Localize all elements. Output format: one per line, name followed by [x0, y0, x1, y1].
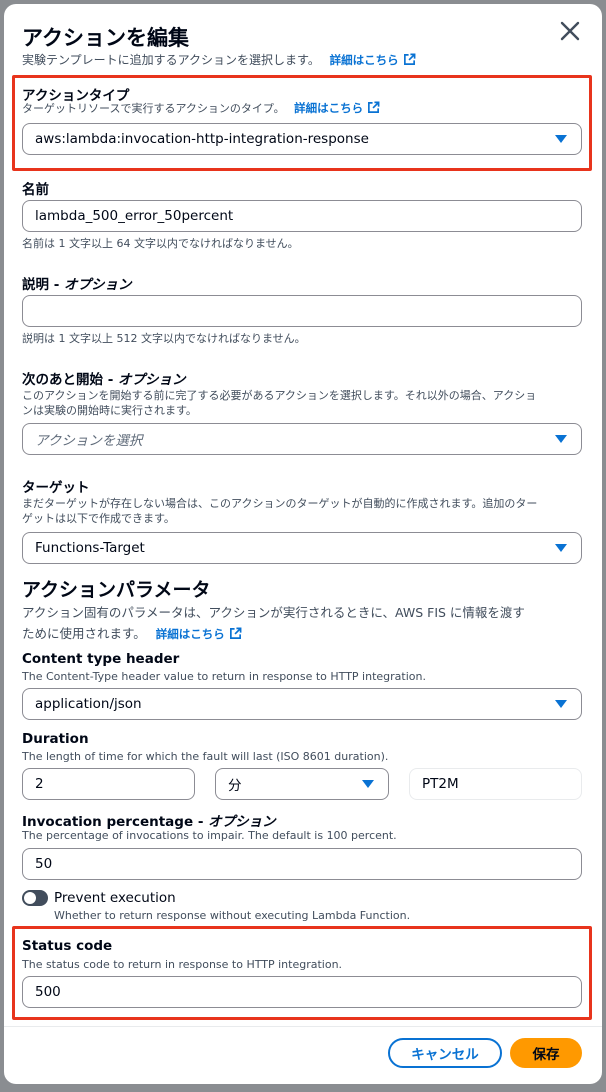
start-after-label: 次のあと開始 - オプション — [22, 372, 186, 388]
external-link-icon — [368, 101, 380, 113]
content-type-value: application/json — [35, 696, 142, 712]
start-after-label-text: 次のあと開始 — [22, 372, 103, 388]
name-constraint: 名前は 1 文字以上 64 文字以内でなければなりません。 — [22, 237, 299, 250]
target-value: Functions-Target — [35, 540, 145, 556]
prevent-execution-toggle[interactable] — [22, 890, 48, 906]
description-label: 説明 - オプション — [22, 277, 132, 293]
external-link-icon — [229, 627, 242, 639]
modal-description-text: 実験テンプレートに追加するアクションを選択します。 — [22, 53, 320, 67]
action-params-heading: アクションパラメータ — [22, 579, 211, 601]
action-type-learn-more-text: 詳細はこちら — [294, 101, 364, 115]
start-after-select[interactable]: アクションを選択 — [22, 423, 582, 455]
edit-action-modal: アクションを編集 実験テンプレートに追加するアクションを選択します。 詳細はこち… — [4, 4, 602, 1084]
description-constraint: 説明は 1 文字以上 512 文字以内でなければなりません。 — [22, 332, 306, 345]
modal-learn-more-link[interactable]: 詳細はこちら — [330, 53, 416, 67]
status-code-value: 500 — [35, 984, 61, 1000]
action-type-select[interactable]: aws:lambda:invocation-http-integration-r… — [22, 123, 582, 155]
description-label-text: 説明 — [22, 277, 49, 293]
action-type-description-text: ターゲットリソースで実行するアクションのタイプ。 — [22, 102, 285, 115]
duration-unit-select[interactable]: 分 — [215, 768, 389, 800]
duration-amount-input[interactable]: 2 — [22, 768, 195, 800]
action-params-learn-more-link[interactable]: 詳細はこちら — [156, 627, 242, 641]
status-code-description: The status code to return in response to… — [22, 958, 343, 971]
external-link-icon — [403, 53, 416, 65]
modal-title: アクションを編集 — [22, 26, 189, 50]
action-params-description-2: ために使用されます。 詳細はこちら — [22, 623, 242, 642]
modal-description: 実験テンプレートに追加するアクションを選択します。 詳細はこちら — [22, 51, 416, 68]
target-description-2: ゲットは以下で作成できます。 — [22, 512, 175, 525]
start-after-optional: オプション — [118, 372, 186, 388]
duration-unit-value: 分 — [228, 778, 242, 794]
duration-iso-value: PT2M — [422, 776, 459, 792]
action-type-description: ターゲットリソースで実行するアクションのタイプ。 詳細はこちら — [22, 101, 380, 116]
invocation-percentage-value: 50 — [35, 856, 53, 872]
target-label: ターゲット — [22, 480, 90, 496]
caret-down-icon — [362, 780, 374, 788]
caret-down-icon — [555, 135, 567, 143]
duration-description: The length of time for which the fault w… — [22, 750, 389, 763]
name-value: lambda_500_error_50percent — [35, 208, 234, 224]
invocation-percentage-input[interactable]: 50 — [22, 848, 582, 880]
status-code-input[interactable]: 500 — [22, 976, 582, 1008]
prevent-execution-label: Prevent execution — [54, 890, 176, 906]
toggle-knob — [24, 892, 36, 904]
action-params-description-1: アクション固有のパラメータは、アクションが実行されるときに、AWS FIS に情… — [22, 605, 525, 620]
duration-label: Duration — [22, 731, 89, 747]
modal-learn-more-text: 詳細はこちら — [329, 53, 399, 67]
action-params-learn-more-text: 詳細はこちら — [155, 627, 225, 641]
description-optional: オプション — [64, 277, 132, 293]
invocation-percentage-description: The percentage of invocations to impair.… — [22, 829, 397, 842]
caret-down-icon — [555, 544, 567, 552]
save-button[interactable]: 保存 — [510, 1038, 582, 1068]
duration-amount-value: 2 — [35, 776, 44, 792]
caret-down-icon — [555, 435, 567, 443]
name-label: 名前 — [22, 182, 49, 198]
footer-divider — [4, 1026, 602, 1027]
content-type-select[interactable]: application/json — [22, 688, 582, 720]
action-type-learn-more-link[interactable]: 詳細はこちら — [294, 101, 380, 115]
target-select[interactable]: Functions-Target — [22, 532, 582, 564]
action-params-description-2-text: ために使用されます。 — [22, 626, 146, 641]
invocation-percentage-label: Invocation percentage - オプション — [22, 814, 276, 830]
content-type-label: Content type header — [22, 651, 180, 667]
target-description-1: まだターゲットが存在しない場合は、このアクションのターゲットが自動的に作成されま… — [22, 497, 538, 510]
cancel-button[interactable]: キャンセル — [388, 1038, 502, 1068]
caret-down-icon — [555, 700, 567, 708]
status-code-label: Status code — [22, 938, 113, 954]
close-icon[interactable] — [557, 18, 583, 44]
description-input[interactable] — [22, 295, 582, 327]
start-after-description-2: ンは実験の開始時に実行されます。 — [22, 404, 197, 417]
start-after-description-1: このアクションを開始する前に完了する必要があるアクションを選択します。それ以外の… — [22, 389, 537, 402]
content-type-description: The Content-Type header value to return … — [22, 670, 426, 683]
name-input[interactable]: lambda_500_error_50percent — [22, 200, 582, 232]
prevent-execution-description: Whether to return response without execu… — [54, 909, 411, 922]
action-type-value: aws:lambda:invocation-http-integration-r… — [35, 131, 369, 147]
duration-iso-display: PT2M — [409, 768, 582, 800]
start-after-placeholder: アクションを選択 — [35, 433, 143, 449]
